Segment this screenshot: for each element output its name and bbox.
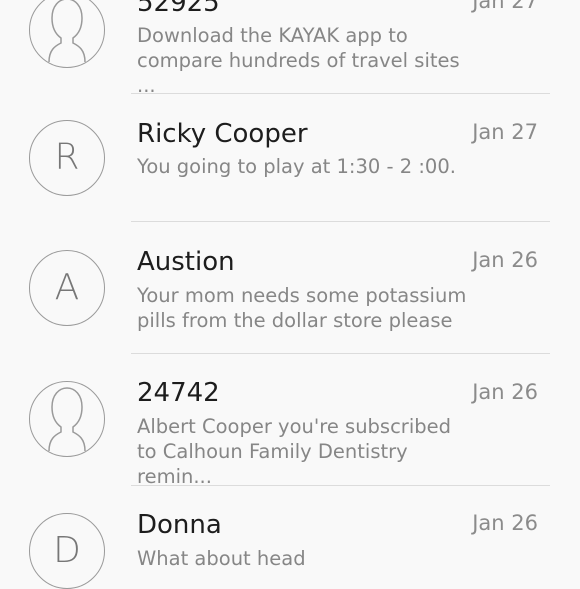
avatar[interactable]: D	[29, 513, 105, 589]
contact-name: Donna	[137, 510, 222, 540]
avatar[interactable]: A	[29, 250, 105, 326]
message-date: Jan 26	[472, 511, 538, 535]
message-preview: Albert Cooper you're subscribed to Calho…	[137, 415, 451, 488]
avatar[interactable]	[29, 381, 105, 457]
contact-name: Ricky Cooper	[137, 119, 308, 149]
message-preview: What about head	[137, 547, 306, 570]
contact-name: 52925	[137, 0, 220, 18]
message-date: Jan 27	[472, 120, 538, 144]
conversation-item-donna[interactable]: D Donna Jan 26 What about head	[0, 486, 580, 589]
conversation-list: 52925 Jan 27 Download the KAYAK app to c…	[0, 0, 580, 589]
contact-name: Austion	[137, 247, 235, 277]
avatar[interactable]	[29, 0, 105, 68]
contact-name: 24742	[137, 378, 220, 408]
avatar[interactable]: R	[29, 120, 105, 196]
message-date: Jan 26	[472, 248, 538, 272]
avatar-letter: A	[54, 267, 80, 308]
message-preview: Download the KAYAK app to compare hundre…	[137, 24, 460, 97]
conversation-item-52925[interactable]: 52925 Jan 27 Download the KAYAK app to c…	[0, 0, 580, 97]
person-icon	[47, 386, 86, 451]
message-preview: You going to play at 1:30 - 2 :00.	[137, 155, 456, 178]
message-preview: Your mom needs some potassium pills from…	[137, 284, 467, 332]
message-date: Jan 26	[472, 380, 538, 404]
person-icon	[47, 0, 86, 62]
avatar-letter: D	[53, 530, 81, 571]
message-date: Jan 27	[472, 0, 538, 13]
conversation-item-austion[interactable]: A Austion Jan 26 Your mom needs some pot…	[0, 222, 580, 353]
conversation-item-24742[interactable]: 24742 Jan 26 Albert Cooper you're subscr…	[0, 354, 580, 488]
conversation-item-ricky-cooper[interactable]: R Ricky Cooper Jan 27 You going to play …	[0, 94, 580, 222]
avatar-letter: R	[54, 137, 80, 178]
